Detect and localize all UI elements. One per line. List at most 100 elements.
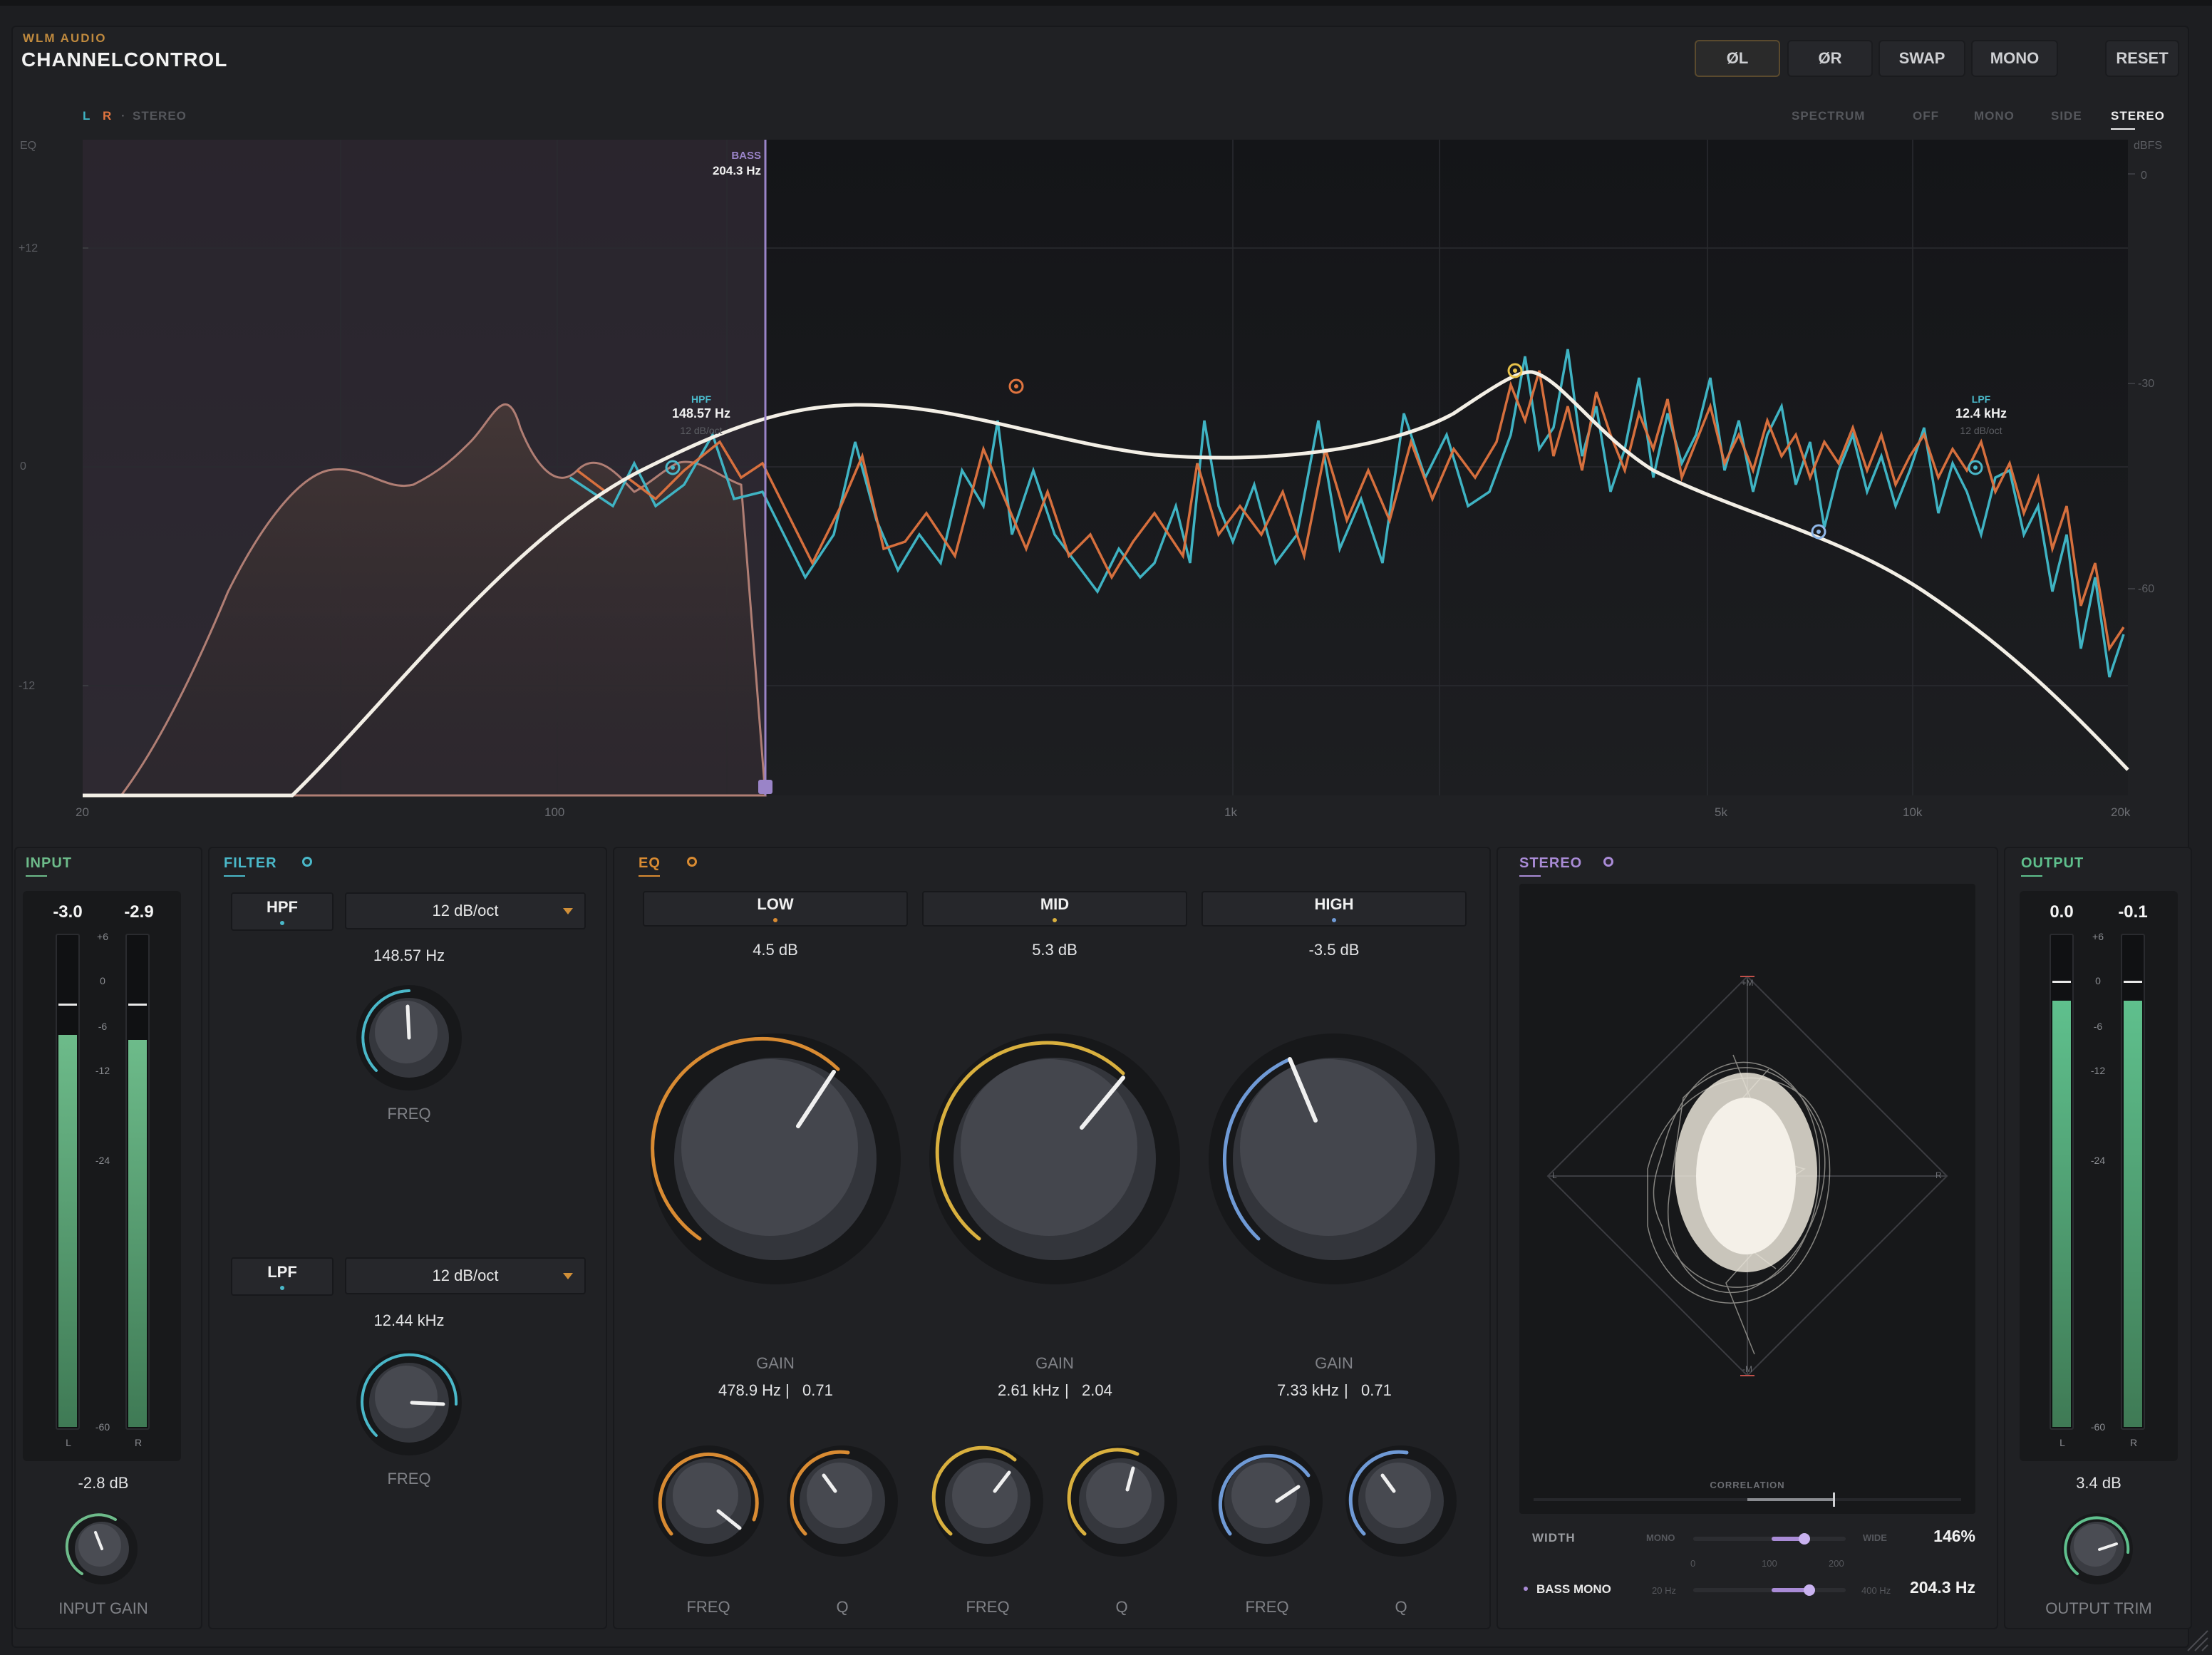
eq-low-gain-value: 4.5 dB — [753, 941, 798, 959]
eq-enable-toggle[interactable] — [687, 857, 697, 867]
input-right-peak: -2.9 — [124, 902, 154, 922]
channel-right-label[interactable]: R — [103, 109, 112, 123]
bass-mono-slider[interactable] — [1693, 1584, 1846, 1596]
eq-mid-gain-knob[interactable] — [926, 1031, 1183, 1287]
eq-low-freq-knob[interactable] — [650, 1443, 767, 1559]
correlation-marker — [1833, 1492, 1835, 1507]
lpf-toggle-button[interactable]: LPF — [231, 1257, 334, 1296]
output-right-peak-hold — [2124, 981, 2142, 983]
mode-selected-underline — [2111, 128, 2135, 130]
lpf-freq-knob[interactable] — [352, 1346, 466, 1460]
input-scale-minus12: -12 — [95, 1065, 110, 1076]
mode-stereo[interactable]: STEREO — [2111, 109, 2165, 123]
eq-mid-separator: | — [1065, 1381, 1069, 1399]
input-gain-knob[interactable] — [64, 1511, 140, 1587]
resize-grip-icon[interactable] — [2183, 1626, 2209, 1652]
eq-low-band-label: LOW — [757, 895, 794, 913]
hpf-freq-label: FREQ — [387, 1105, 431, 1123]
lpf-graph-slope: 12 dB/oct — [1960, 425, 2002, 436]
mono-button[interactable]: MONO — [1971, 40, 2058, 77]
eq-title-underline — [639, 875, 660, 877]
hpf-graph-value: 148.57 Hz — [671, 406, 731, 421]
eq-scale-plus12: +12 — [19, 242, 38, 254]
filter-title-underline — [224, 875, 245, 877]
output-trim-value: 3.4 dB — [2076, 1474, 2121, 1492]
bass-mono-value: 204.3 Hz — [1909, 1578, 1975, 1597]
width-slider[interactable] — [1693, 1533, 1846, 1545]
output-scale-minus12: -12 — [2090, 1065, 2106, 1076]
output-right-meter-fill — [2124, 1000, 2142, 1427]
width-tick-0: 0 — [1690, 1558, 1696, 1569]
lpf-button-label: LPF — [267, 1263, 297, 1281]
eq-low-gain-knob[interactable] — [647, 1031, 904, 1287]
hpf-freq-knob[interactable] — [352, 981, 466, 1095]
channel-separator: · — [121, 109, 126, 123]
bass-crossover-handle[interactable] — [758, 780, 772, 794]
input-left-peak: -3.0 — [53, 902, 83, 922]
plugin-window: WLM AUDIO CHANNELCONTROL ØL ØR SWAP MONO… — [0, 0, 2212, 1655]
eq-mid-freq-knob[interactable] — [929, 1443, 1046, 1559]
reset-button[interactable]: RESET — [2105, 40, 2179, 77]
eq-low-freq-value: 478.9 Hz — [718, 1381, 782, 1399]
input-title-underline — [26, 875, 47, 877]
mode-spectrum[interactable]: SPECTRUM — [1792, 109, 1865, 123]
mode-side[interactable]: SIDE — [2051, 109, 2082, 123]
input-channel-r: R — [134, 1437, 143, 1448]
hpf-graph-slope: 12 dB/oct — [680, 425, 723, 436]
mode-mono[interactable]: MONO — [1974, 109, 2015, 123]
swap-button[interactable]: SWAP — [1878, 40, 1965, 77]
correlation-label: CORRELATION — [1710, 1480, 1785, 1490]
phase-right-button[interactable]: ØR — [1787, 40, 1873, 77]
input-left-peak-hold — [58, 1004, 77, 1006]
input-gain-value: -2.8 dB — [78, 1474, 129, 1492]
bass-mono-dot — [1524, 1587, 1528, 1591]
plugin-title: CHANNELCONTROL — [21, 48, 228, 71]
output-left-peak-hold — [2052, 981, 2071, 983]
eq-high-q-knob[interactable] — [1343, 1443, 1459, 1559]
eq-low-q-value: 0.71 — [802, 1381, 833, 1399]
stereo-enable-toggle[interactable] — [1603, 857, 1613, 867]
filter-title: FILTER — [224, 855, 277, 871]
eq-high-gain-knob[interactable] — [1206, 1031, 1462, 1287]
channel-left-label[interactable]: L — [83, 109, 91, 123]
output-right-meter — [2121, 934, 2145, 1430]
input-right-peak-hold — [128, 1004, 147, 1006]
eq-high-band-button[interactable]: HIGH — [1201, 891, 1467, 927]
eq-low-gain-label: GAIN — [756, 1354, 795, 1372]
input-gain-label: INPUT GAIN — [58, 1599, 148, 1617]
bass-mono-slider-thumb[interactable] — [1803, 1584, 1815, 1596]
mode-off[interactable]: OFF — [1913, 109, 1939, 123]
output-left-peak: 0.0 — [2050, 902, 2074, 922]
input-left-meter-fill — [58, 1035, 77, 1427]
width-min-label: MONO — [1646, 1532, 1675, 1543]
eq-low-freq-label: FREQ — [686, 1598, 730, 1616]
freq-label-5k: 5k — [1715, 805, 1727, 819]
eq-low-band-button[interactable]: LOW — [643, 891, 908, 927]
output-scale-minus24: -24 — [2090, 1155, 2106, 1166]
eq-mid-gain-value: 5.3 dB — [1032, 941, 1077, 959]
eq-mid-q-label: Q — [1115, 1598, 1128, 1616]
channel-stereo-label[interactable]: STEREO — [133, 109, 187, 123]
eq-low-q-knob[interactable] — [784, 1443, 901, 1559]
chevron-down-icon — [563, 1273, 573, 1279]
phase-left-button[interactable]: ØL — [1695, 40, 1780, 77]
width-value: 146% — [1933, 1527, 1975, 1545]
filter-enable-toggle[interactable] — [302, 857, 312, 867]
output-trim-knob[interactable] — [2059, 1511, 2135, 1587]
eq-mid-band-label: MID — [1040, 895, 1070, 913]
eq-mid-band-button[interactable]: MID — [922, 891, 1187, 927]
hpf-toggle-button[interactable]: HPF — [231, 892, 334, 931]
lpf-active-dot — [280, 1286, 284, 1290]
lpf-freq-label: FREQ — [387, 1470, 431, 1488]
output-title: OUTPUT — [2021, 855, 2084, 871]
eq-spectrum-graph[interactable]: EQ +12 0 -12 dBFS 0 -30 -60 20 100 1k 5k… — [14, 135, 2192, 834]
graph-canvas — [83, 140, 2135, 798]
eq-low-separator: | — [785, 1381, 790, 1399]
bass-label: BASS — [731, 150, 761, 162]
lpf-slope-select[interactable]: 12 dB/oct — [345, 1257, 586, 1294]
eq-high-freq-knob[interactable] — [1209, 1443, 1325, 1559]
hpf-slope-select[interactable]: 12 dB/oct — [345, 892, 586, 929]
freq-label-100: 100 — [544, 805, 565, 819]
bass-mono-toggle[interactable]: BASS MONO — [1536, 1582, 1611, 1597]
eq-mid-q-knob[interactable] — [1063, 1443, 1180, 1559]
